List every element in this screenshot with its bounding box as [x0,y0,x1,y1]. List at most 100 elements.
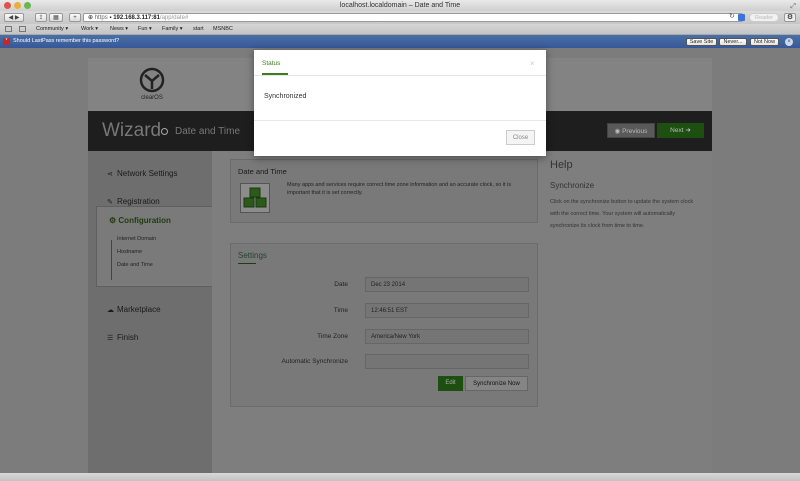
wizard-sidebar: ⋖ Network Settings ✎ Registration ⚙ Config… [88,151,215,473]
close-button[interactable]: Close [506,130,535,145]
add-bookmark-icon[interactable]: + [69,13,81,22]
close-icon[interactable]: × [530,59,535,68]
pencil-icon: ✎ [107,199,113,206]
logo-text: clearOS [141,95,163,101]
not-now-button[interactable]: Not Now [750,38,779,46]
next-label: Next [670,127,684,134]
wizard-title: Wizard [102,120,162,141]
cubes-icon [240,183,270,213]
previous-label: Previous [622,128,648,135]
url-host: 192.168.3.117:81 [113,15,160,21]
bookmark-item[interactable]: News ▾ [110,24,128,34]
dialog-message: Synchronized [264,93,307,100]
sidebar-item-configuration[interactable]: ⚙ Configuration [109,216,171,225]
dialog-title-underline [262,73,288,75]
share-icon[interactable]: ⇪ [35,13,47,22]
reading-list-icon[interactable] [5,26,12,32]
auto-sync-field [365,354,529,369]
sidebar-item-marketplace[interactable]: ☁ Marketplace [107,305,161,314]
minimize-window-button[interactable] [14,2,21,9]
url-scheme: https [94,15,108,21]
maximize-window-button[interactable] [24,2,31,9]
globe-icon: ⊕ [88,15,94,21]
save-site-button[interactable]: Save Site [686,38,717,46]
reader-button[interactable]: Reader [749,13,779,22]
bookmark-item[interactable]: start [193,24,204,34]
settings-title: Settings [238,251,267,260]
browser-toolbar: ◀ ▶ ⇪ ▦ + ⊕ https ▪ 192.168.3.117:81/app… [0,11,800,24]
sidebar-subitem-internet-domain[interactable]: Internet Domain [117,236,156,242]
status-dialog: Status × Synchronized Close [254,50,546,156]
help-title: Help [550,159,573,171]
browser-status-bar [0,473,800,481]
dialog-footer: Close [254,120,546,157]
gear-icon[interactable]: ⚙ [784,13,796,22]
lastpass-notification-bar: * Should LastPass remember this password… [0,35,800,48]
sidebar-section-configuration: ⚙ Configuration Internet Domain Hostname… [96,206,215,287]
cloud-icon: ☁ [107,307,114,314]
help-panel: Help Synchronize Click on the synchroniz… [550,159,700,232]
date-label: Date [334,281,348,288]
time-label: Time [333,307,348,314]
arrow-right-icon: ➜ [685,127,691,134]
next-button[interactable]: Next ➜ [657,123,704,138]
sidebar-item-registration[interactable]: ✎ Registration [107,197,160,206]
settings-title-underline [238,263,256,264]
sidebar-item-label: Registration [117,197,160,206]
help-text: Click on the synchronize button to updat… [550,199,694,229]
bookmarks-grid-icon[interactable] [19,26,26,32]
lastpass-prompt: Should LastPass remember this password? [13,38,120,44]
close-window-button[interactable] [4,2,11,9]
sidebar-item-label: Network Settings [117,169,178,178]
cubes-graphic [243,187,267,208]
window-titlebar: localhost.localdomain – Date and Time ⤢ [0,0,800,11]
sidebar-subitem-hostname[interactable]: Hostname [117,249,142,255]
bookmark-item[interactable]: Community ▾ [36,24,68,34]
topsites-icon[interactable]: ▦ [49,13,63,22]
never-button[interactable]: Never... [719,38,747,46]
sidebar-item-label: Finish [117,333,139,342]
sidebar-item-label: Marketplace [117,305,161,314]
step-dot-icon [161,128,168,135]
main-column: Date and Time Many apps and services req… [212,151,712,473]
bookmark-item[interactable]: Fun ▾ [138,24,152,34]
previous-button[interactable]: ◉ Previous [607,123,655,138]
time-field: 12:46:51 EST [365,303,529,318]
sidebar-item-finish[interactable]: ☰ Finish [107,333,138,342]
bookmarks-bar: Community ▾ Work ▾ News ▾ Fun ▾ Family ▾… [0,24,800,35]
refresh-icon[interactable]: ↻ [729,12,735,20]
clearos-logo[interactable]: clearOS [134,66,170,106]
auto-sync-label: Automatic Synchronize [281,358,348,365]
sidebar-item-network[interactable]: ⋖ Network Settings [107,169,177,178]
logo-icon [139,67,165,93]
bookmark-item[interactable]: Work ▾ [81,24,98,34]
list-icon: ☰ [107,335,114,342]
wizard-subtitle: Date and Time [175,126,241,137]
bookmark-item[interactable]: Family ▾ [162,24,182,34]
lock-icon: ▪ [109,15,112,21]
edit-button[interactable]: Edit [438,376,463,391]
close-icon[interactable]: × [785,38,793,46]
sidebar-item-label: Configuration [118,216,171,225]
time-zone-field: America/New York [365,329,529,344]
share-nodes-icon: ⋖ [107,171,113,178]
bookmark-item[interactable]: MSNBC [213,24,233,34]
time-zone-label: Time Zone [317,333,348,340]
date-time-info-panel: Date and Time Many apps and services req… [230,159,538,223]
back-forward-buttons[interactable]: ◀ ▶ [4,13,24,22]
url-path: /app/date# [159,15,189,21]
settings-panel: Settings Date Dec 23 2014 Time 12:46:51 … [230,243,538,407]
panel-description: Many apps and services require correct t… [287,182,512,196]
arrow-left-icon: ◉ [614,128,621,135]
dialog-title: Status [262,60,281,67]
sidebar-subitem-date-and-time[interactable]: Date and Time [117,262,153,268]
url-bar[interactable]: ⊕ https ▪ 192.168.3.117:81/app/date# [83,13,743,22]
date-field: Dec 23 2014 [365,277,529,292]
window-title: localhost.localdomain – Date and Time [339,2,461,9]
panel-title: Date and Time [238,167,287,176]
help-subtitle: Synchronize [550,181,595,190]
search-engine-icon[interactable] [738,14,745,21]
synchronize-now-button[interactable]: Synchronize Now [465,376,528,391]
lastpass-icon: * [3,38,10,45]
cogs-icon: ⚙ [109,216,117,225]
